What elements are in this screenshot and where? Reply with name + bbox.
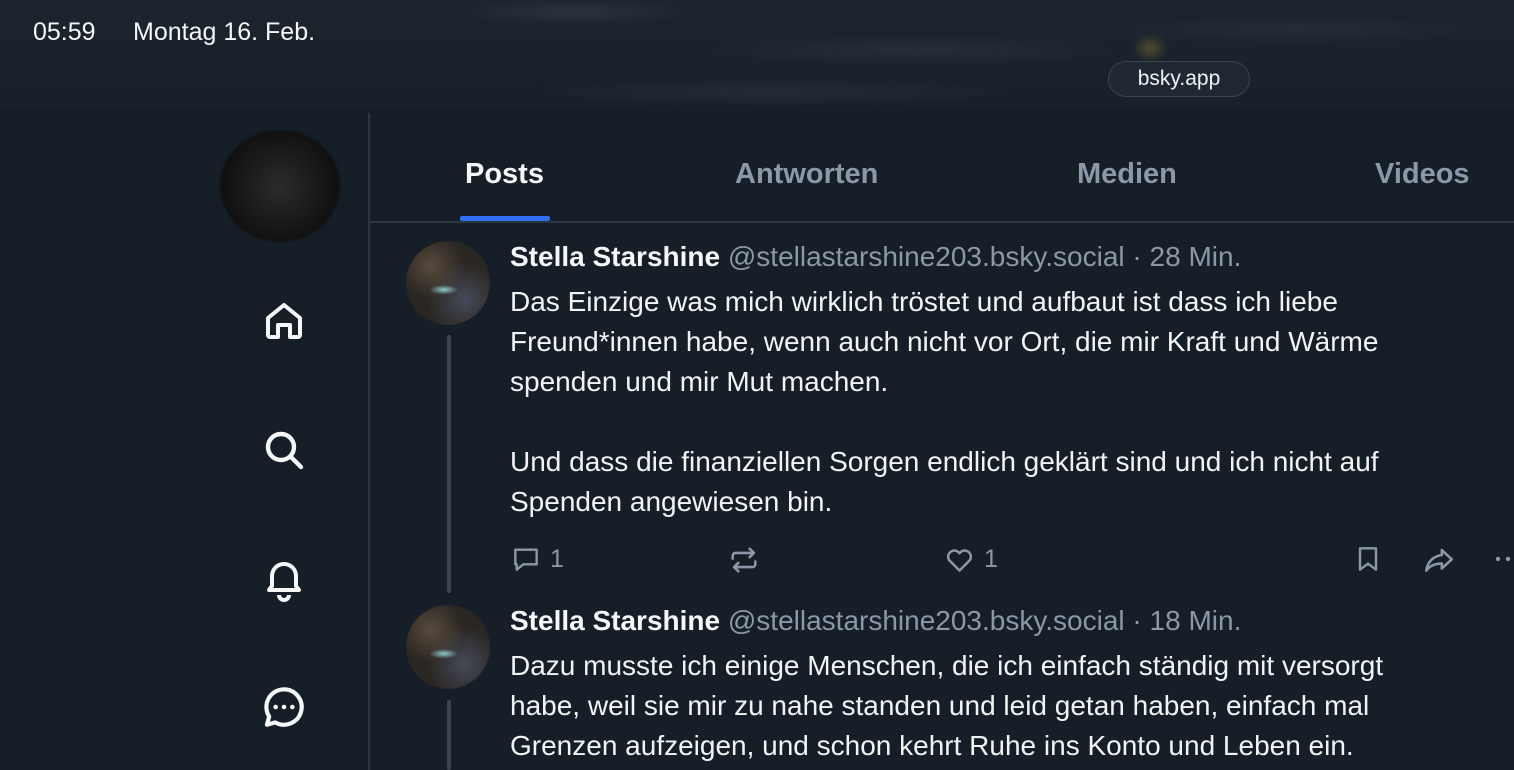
post-time[interactable]: 28 Min. (1150, 241, 1242, 272)
profile-tabs: Posts Antworten Medien Videos (370, 113, 1514, 223)
tab-replies[interactable]: Antworten (735, 158, 878, 191)
post-item[interactable]: Stella Starshine @stellastarshine203.bsk… (370, 225, 1514, 595)
author-handle[interactable]: @stellastarshine203.bsky.social (728, 241, 1125, 272)
post-text: Das Einzige was mich wirklich tröstet un… (510, 286, 1379, 517)
url-bar[interactable]: bsky.app (1108, 61, 1250, 97)
author-handle[interactable]: @stellastarshine203.bsky.social (728, 605, 1125, 636)
repost-icon (727, 543, 761, 577)
post-header: Stella Starshine @stellastarshine203.bsk… (510, 605, 1241, 637)
meta-separator: · (1132, 241, 1142, 272)
nav-home-button[interactable] (258, 295, 310, 347)
nav-chat-button[interactable] (258, 681, 310, 733)
reply-icon (510, 543, 542, 575)
meta-separator: · (1132, 605, 1142, 636)
chat-icon (259, 682, 309, 732)
like-count: 1 (984, 545, 998, 573)
date: Montag 16. Feb. (133, 18, 316, 46)
share-button[interactable] (1422, 543, 1456, 577)
status-bar: 05:59 Montag 16. Feb. bsky.app (0, 0, 1514, 112)
bell-icon (260, 554, 308, 602)
like-button[interactable]: 1 (943, 543, 998, 576)
heart-icon (943, 543, 976, 576)
blurred-background (395, 0, 1514, 112)
author-name[interactable]: Stella Starshine (510, 605, 720, 636)
author-avatar[interactable] (406, 241, 490, 325)
post-text: Dazu musste ich einige Menschen, die ich… (510, 650, 1384, 761)
more-icon (1494, 543, 1514, 575)
tab-videos[interactable]: Videos (1375, 158, 1470, 191)
bookmark-button[interactable] (1352, 543, 1384, 575)
search-icon (260, 426, 308, 474)
share-icon (1422, 543, 1456, 577)
post-item[interactable]: Stella Starshine @stellastarshine203.bsk… (370, 590, 1514, 770)
clock: 05:59 (33, 18, 96, 46)
bookmark-icon (1352, 543, 1384, 575)
profile-avatar[interactable] (220, 130, 340, 242)
nav-search-button[interactable] (258, 424, 310, 476)
reply-button[interactable]: 1 (510, 543, 564, 575)
reply-count: 1 (550, 544, 564, 573)
tab-posts[interactable]: Posts (465, 158, 544, 191)
tab-media[interactable]: Medien (1077, 158, 1177, 191)
more-options-button[interactable] (1494, 543, 1514, 575)
nav-notifications-button[interactable] (258, 552, 310, 604)
post-header: Stella Starshine @stellastarshine203.bsk… (510, 241, 1241, 273)
post-time[interactable]: 18 Min. (1150, 605, 1242, 636)
author-avatar[interactable] (406, 605, 490, 689)
thread-line (447, 700, 451, 770)
author-name[interactable]: Stella Starshine (510, 241, 720, 272)
repost-button[interactable] (727, 543, 761, 577)
active-tab-indicator (460, 216, 550, 221)
thread-line (447, 335, 451, 593)
home-icon (260, 297, 308, 345)
